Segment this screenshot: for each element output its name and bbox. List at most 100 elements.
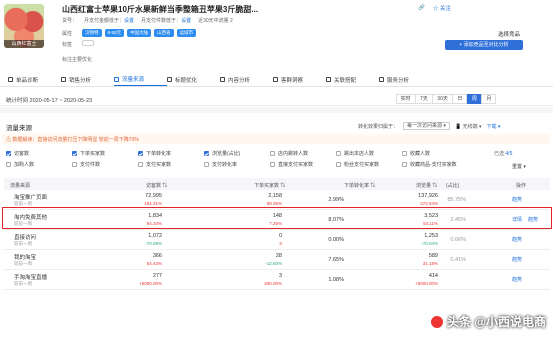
price-threshold-setting[interactable]: 设置 bbox=[124, 18, 134, 24]
checkbox-box[interactable] bbox=[204, 151, 209, 156]
checkbox-label: 下单转化率 bbox=[146, 151, 172, 157]
date-button[interactable]: 日 bbox=[452, 94, 468, 104]
metric-checkbox[interactable]: 直接支付买家数 bbox=[270, 161, 336, 168]
tab-7[interactable]: 服务分析 bbox=[379, 73, 432, 86]
checkbox-box[interactable] bbox=[138, 151, 143, 156]
checkbox-label: 跳出本店人数 bbox=[344, 151, 375, 157]
metric-checkbox[interactable]: 支付件数 bbox=[72, 161, 138, 168]
checkbox-label: 访客数 bbox=[14, 151, 30, 157]
traffic-table: 淘宝推广页面 较前一周 72,995 184.31% 2,158 58.35% 2.99% 1… bbox=[4, 190, 550, 290]
device-filter[interactable]: 📱 无线端 ▾ bbox=[455, 123, 482, 130]
metric-checkbox[interactable]: 下单买家数 bbox=[72, 150, 138, 157]
metric-checkbox[interactable]: 粉丝支付买家数 bbox=[336, 161, 402, 168]
buyers-change: 200.00% bbox=[264, 281, 282, 286]
checkbox-box[interactable] bbox=[204, 162, 209, 167]
follow-button[interactable]: ☆ 关注 bbox=[433, 4, 451, 12]
tab-icon bbox=[167, 77, 172, 82]
metric-checkbox[interactable]: 店内跳转人数 bbox=[270, 150, 336, 157]
col-ops: 操作 bbox=[516, 183, 527, 189]
checkbox-box[interactable] bbox=[72, 162, 77, 167]
tab-3[interactable]: 标题优化 bbox=[167, 73, 220, 86]
row-action-link[interactable]: 趋势 bbox=[512, 276, 522, 283]
attr-tags: 汉物特 8-50元 中国大陆 山西省 运城市 bbox=[82, 29, 197, 37]
select-competitor-link[interactable]: 选择竞品 bbox=[498, 30, 520, 38]
metric-checkbox[interactable]: 访客数 bbox=[6, 150, 72, 157]
checkbox-box[interactable] bbox=[336, 151, 341, 156]
tab-4[interactable]: 内容分析 bbox=[220, 73, 273, 86]
metric-checkbox[interactable]: 收藏人数 bbox=[402, 150, 468, 157]
date-button[interactable]: 实时 bbox=[395, 94, 416, 104]
add-competitor-button[interactable]: + 添加竞品至对比分析 bbox=[445, 40, 523, 50]
product-title[interactable]: 山西红富士苹果10斤水果新鲜当季整箱丑苹果3斤脆甜... bbox=[62, 4, 258, 15]
link-icon[interactable]: 🔗 bbox=[418, 5, 425, 11]
price-threshold-label: 月支付金额低于： bbox=[84, 18, 125, 24]
checkbox-box[interactable] bbox=[270, 151, 275, 156]
col-pv[interactable]: 浏览量 ⇅ bbox=[416, 182, 437, 189]
attr-tag[interactable]: 山西省 bbox=[154, 29, 174, 37]
buyers: 3 bbox=[278, 273, 282, 279]
row-action-link[interactable]: 趋势 bbox=[512, 196, 522, 203]
col-buyers[interactable]: 下单买家数 ⇅ bbox=[254, 182, 285, 189]
date-button[interactable]: 7天 bbox=[415, 94, 433, 104]
checkbox-row: 访客数 下单买家数 下单转化率 浏览量(占比) 店内跳转人数 跳出本店人数 收藏人数 bbox=[6, 150, 506, 157]
qty-threshold-setting[interactable]: 设置 bbox=[181, 18, 191, 24]
metric-checkbox[interactable]: 支付转化率 bbox=[204, 161, 270, 168]
col-visitors[interactable]: 访客数 ⇅ bbox=[146, 182, 167, 189]
checkbox-box[interactable] bbox=[6, 162, 11, 167]
metric-checkbox[interactable]: 收藏商品-支付买家数 bbox=[402, 161, 468, 168]
metric-checkbox[interactable]: 跳出本店人数 bbox=[336, 150, 402, 157]
checkbox-label: 支付件数 bbox=[80, 162, 101, 168]
effect-select[interactable]: 每一次访问来源 ▾ bbox=[403, 122, 450, 130]
date-button[interactable]: 月 bbox=[481, 94, 497, 104]
col-conv[interactable]: 下单转化率 ⇅ bbox=[344, 182, 375, 189]
table-row: 我的淘宝 较前一周 366 54.43% 28 -12.50% 7.65% 589 31.18%… bbox=[4, 250, 550, 270]
row-action-link[interactable]: 趋势 bbox=[512, 256, 522, 263]
source-name[interactable]: 我的淘宝 bbox=[14, 253, 36, 261]
table-row: 手淘淘宝直播 较前一周 277 +5000.00% 3 200.00% 1.08% 414 +5… bbox=[4, 270, 550, 290]
share: 0.66% bbox=[450, 237, 466, 243]
tab-5[interactable]: 客群洞察 bbox=[273, 73, 326, 86]
buyers-change: -12.50% bbox=[265, 261, 282, 266]
tab-1[interactable]: 销售分析 bbox=[61, 73, 114, 86]
date-button[interactable]: 周 bbox=[466, 94, 482, 104]
checkbox-box[interactable] bbox=[402, 162, 407, 167]
checkbox-box[interactable] bbox=[6, 151, 11, 156]
table-row: 直接访问 较前一周 1,072 -70.09% 0 0 0.00% 1,253 -70.04% 0… bbox=[4, 230, 550, 250]
metric-checkbox[interactable]: 浏览量(占比) bbox=[204, 150, 270, 157]
row-actions: 趋势 bbox=[512, 196, 522, 203]
checkbox-label: 收藏人数 bbox=[410, 151, 431, 157]
product-thumbnail[interactable]: 山西红富士 bbox=[4, 4, 44, 48]
conversion: 2.99% bbox=[328, 197, 344, 203]
checkbox-box[interactable] bbox=[336, 162, 341, 167]
row-action-link[interactable]: 趋势 bbox=[512, 236, 522, 243]
source-name[interactable]: 淘宝推广页面 bbox=[14, 193, 47, 201]
tab-0[interactable]: 单品诊断 bbox=[8, 73, 61, 86]
watermark: 头条 @小西说电商 bbox=[430, 313, 546, 330]
download-button[interactable]: 下载 ▾ bbox=[486, 123, 500, 130]
source-name[interactable]: 手淘淘宝直播 bbox=[14, 273, 47, 281]
date-bar: 统计时间 2020-05-17 ~ 2020-05-23 实时 7天 30天日周月 bbox=[0, 92, 553, 106]
buyers: 28 bbox=[275, 253, 282, 259]
attr-tag[interactable]: 运城市 bbox=[176, 29, 197, 37]
checkbox-box[interactable] bbox=[402, 151, 407, 156]
attr-tag[interactable]: 汉物特 bbox=[82, 29, 102, 37]
buyers: 0 bbox=[278, 233, 282, 239]
checkbox-box[interactable] bbox=[138, 162, 143, 167]
tab-2[interactable]: 流量来源 bbox=[114, 73, 167, 86]
row-actions: 趋势 bbox=[512, 256, 522, 263]
checkbox-box[interactable] bbox=[72, 151, 77, 156]
attr-label: 属性 bbox=[62, 31, 73, 37]
metric-checkbox[interactable]: 下单转化率 bbox=[138, 150, 204, 157]
date-button[interactable]: 30天 bbox=[432, 94, 453, 104]
metric-checkbox[interactable]: 加购人数 bbox=[6, 161, 72, 168]
tab-6[interactable]: 关联搭配 bbox=[326, 73, 379, 86]
add-tag-button[interactable] bbox=[82, 40, 94, 46]
share: 85.75% bbox=[447, 197, 466, 203]
reset-link[interactable]: 重置 ▾ bbox=[512, 163, 526, 170]
checkbox-box[interactable] bbox=[270, 162, 275, 167]
source-name[interactable]: 直接访问 bbox=[14, 233, 36, 241]
attr-tag[interactable]: 8-50元 bbox=[104, 29, 125, 37]
attr-tag[interactable]: 中国大陆 bbox=[127, 29, 152, 37]
metric-checkbox[interactable]: 支付买家数 bbox=[138, 161, 204, 168]
visitors-change: +5000.00% bbox=[139, 281, 162, 286]
